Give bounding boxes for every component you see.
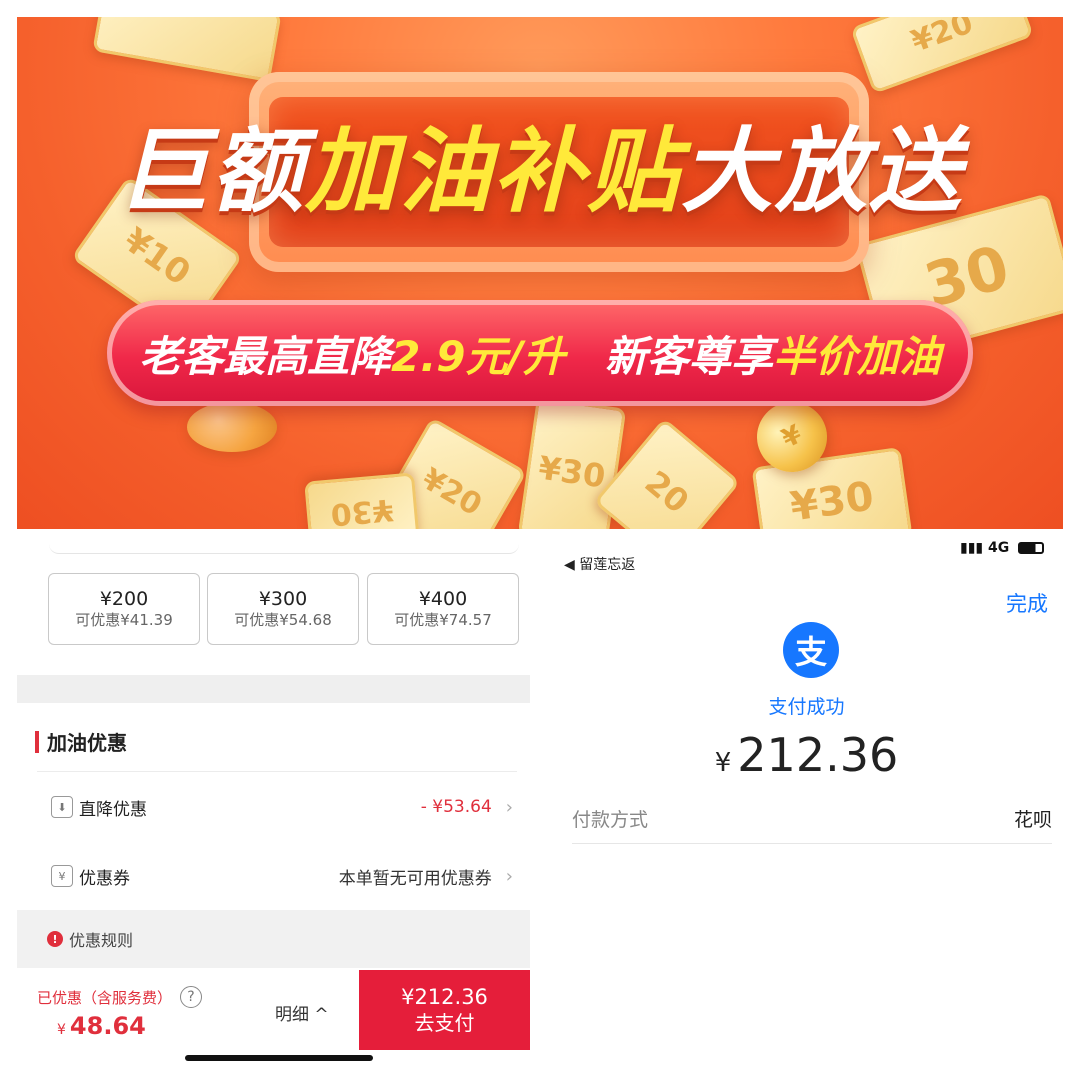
section-title-text: 加油优惠 bbox=[47, 731, 127, 755]
headline-part: 巨额 bbox=[116, 118, 305, 225]
headline-highlight: 加油补贴 bbox=[304, 118, 681, 225]
payment-result-screen: ◀ 留莲忘返 ▮▮▮ 4G 完成 支 支付成功 ¥212.36 付款方式 花呗 bbox=[550, 530, 1063, 1065]
direct-discount-value: - ¥53.64 bbox=[420, 797, 492, 817]
amount-discount: 可优惠¥74.57 bbox=[394, 611, 492, 629]
paid-amount-value: 212.36 bbox=[737, 728, 899, 782]
amount-value: ¥200 bbox=[99, 588, 149, 610]
success-text: 支付成功 bbox=[768, 696, 845, 718]
amount-value: ¥400 bbox=[418, 588, 468, 610]
pay-amount: ¥212.36 bbox=[401, 985, 488, 1009]
saved-label-text: 已优惠（含服务费） bbox=[37, 988, 173, 1007]
pill-text: 老客最高直降 bbox=[139, 331, 392, 381]
row-label: 直降优惠 bbox=[79, 799, 147, 820]
pill-text: 新客尊享 bbox=[604, 331, 773, 381]
saved-amount-value: 48.64 bbox=[69, 1012, 146, 1040]
back-triangle-icon: ◀ bbox=[564, 557, 575, 573]
divider bbox=[37, 771, 517, 772]
card-edge bbox=[49, 544, 519, 554]
order-screen: ¥200 可优惠¥41.39 ¥300 可优惠¥54.68 ¥400 可优惠¥7… bbox=[17, 530, 530, 1065]
down-arrow-icon: ⬇ bbox=[51, 796, 73, 818]
paid-amount: ¥212.36 bbox=[550, 728, 1063, 782]
pay-label: 去支付 bbox=[414, 1011, 475, 1035]
alipay-logo-icon: 支 bbox=[783, 622, 839, 678]
ticket-decoration: ¥20 bbox=[850, 17, 1034, 94]
row-label: 优惠券 bbox=[79, 868, 130, 889]
divider bbox=[572, 843, 1052, 844]
chevron-right-icon: › bbox=[505, 796, 513, 818]
ticket-decoration bbox=[92, 17, 282, 83]
rules-label: 优惠规则 bbox=[69, 931, 134, 950]
coupon-row[interactable]: ¥ 优惠券 本单暂无可用优惠券 › bbox=[51, 861, 513, 891]
discount-rules-link[interactable]: ! 优惠规则 bbox=[17, 910, 530, 968]
banner-headline: 巨额加油补贴大放送 bbox=[17, 117, 1063, 227]
amount-option[interactable]: ¥200 可优惠¥41.39 bbox=[48, 573, 200, 645]
detail-button[interactable]: 明细 ^ bbox=[275, 1000, 329, 1025]
battery-icon bbox=[1018, 542, 1045, 554]
promo-banner: ¥10 ¥20 30 ¥30 ¥20 ¥30 ¥30 20 ¥ 巨额加油补贴大放… bbox=[17, 17, 1063, 529]
info-icon: ! bbox=[47, 931, 63, 947]
amount-option[interactable]: ¥300 可优惠¥54.68 bbox=[207, 573, 359, 645]
payment-method-label: 付款方式 bbox=[572, 809, 649, 831]
chevron-right-icon: › bbox=[505, 865, 513, 887]
currency-symbol: ¥ bbox=[57, 1022, 66, 1038]
network-label: 4G bbox=[988, 540, 1010, 556]
amount-value: ¥300 bbox=[258, 588, 308, 610]
payment-method-value: 花呗 bbox=[1013, 809, 1052, 831]
direct-discount-row[interactable]: ⬇ 直降优惠 - ¥53.64 › bbox=[51, 792, 513, 822]
coin-decoration bbox=[187, 402, 277, 452]
coupon-icon: ¥ bbox=[51, 865, 73, 887]
ticket-decoration: ¥30 bbox=[304, 472, 420, 529]
pill-highlight: 半价加油 bbox=[772, 331, 941, 381]
coupon-value: 本单暂无可用优惠券 bbox=[338, 868, 492, 889]
detail-label: 明细 bbox=[275, 1005, 309, 1025]
payment-method-row: 付款方式 花呗 bbox=[572, 805, 1052, 832]
title-marker bbox=[35, 730, 39, 753]
amount-option[interactable]: ¥400 可优惠¥74.57 bbox=[367, 573, 519, 645]
section-separator bbox=[17, 675, 530, 703]
checkout-bar: 已优惠（含服务费） ? ¥48.64 明细 ^ ¥212.36 去支付 bbox=[17, 970, 530, 1050]
pay-button[interactable]: ¥212.36 去支付 bbox=[359, 970, 530, 1050]
back-label: 留莲忘返 bbox=[579, 557, 636, 573]
saved-label: 已优惠（含服务费） ? bbox=[37, 986, 203, 1008]
section-title: 加油优惠 bbox=[35, 727, 127, 756]
done-button[interactable]: 完成 bbox=[1006, 588, 1048, 618]
amount-discount: 可优惠¥54.68 bbox=[234, 611, 332, 629]
amount-discount: 可优惠¥41.39 bbox=[75, 611, 173, 629]
saved-amount: ¥48.64 bbox=[57, 1012, 146, 1040]
currency-symbol: ¥ bbox=[714, 748, 732, 778]
promo-pill: 老客最高直降 2.9元/升 新客尊享 半价加油 bbox=[107, 300, 973, 406]
signal-icon: ▮▮▮ bbox=[960, 540, 984, 556]
help-icon[interactable]: ? bbox=[180, 986, 203, 1008]
headline-part: 大放送 bbox=[681, 118, 964, 225]
pill-highlight: 2.9元/升 bbox=[391, 331, 565, 381]
home-indicator bbox=[185, 1055, 373, 1061]
status-bar: ▮▮▮ 4G bbox=[960, 540, 1045, 556]
back-to-app-link[interactable]: ◀ 留莲忘返 bbox=[564, 554, 635, 574]
chevron-up-icon: ^ bbox=[314, 1005, 329, 1025]
